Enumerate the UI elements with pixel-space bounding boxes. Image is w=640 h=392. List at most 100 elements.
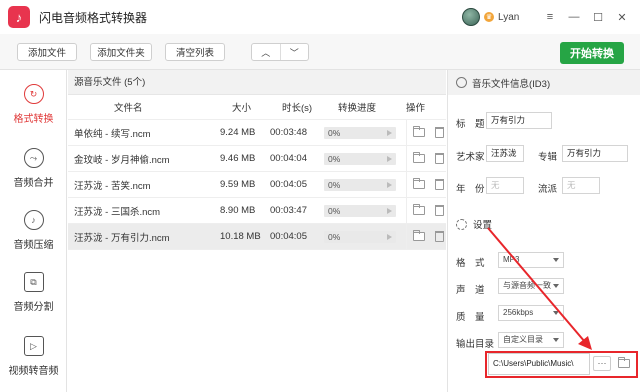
album-label: 专辑 <box>538 152 558 163</box>
genre-label: 流派 <box>538 184 558 195</box>
progress-bar: 0% <box>324 178 396 191</box>
file-duration: 00:04:05 <box>270 231 307 242</box>
app-title: 闪电音频格式转换器 <box>39 10 148 25</box>
sidebar: ↻ 格式转换 ⤳ 音频合并 ♪ 音频压缩 ⧉ 音频分割 ▷ 视频转音频 <box>0 70 67 392</box>
open-folder-icon[interactable] <box>413 204 425 215</box>
col-header-ops: 操作 <box>406 103 426 114</box>
gear-icon <box>456 218 467 230</box>
quality-label: 质 量 <box>456 312 485 323</box>
add-folder-button[interactable]: 添加文件夹 <box>90 43 152 61</box>
split-icon: ⧉ <box>23 272 44 292</box>
progress-bar: 0% <box>324 126 396 139</box>
open-folder-icon[interactable] <box>413 178 425 189</box>
col-header-duration: 时长(s) <box>282 103 313 114</box>
table-row[interactable]: 汪苏泷 - 苦笑.ncm 9.59 MB 00:04:05 0% <box>68 171 446 198</box>
file-name: 汪苏泷 - 万有引力.ncm <box>74 232 170 244</box>
col-header-size: 大小 <box>232 103 252 114</box>
move-up-button[interactable]: ︿ <box>252 44 281 60</box>
headphones-icon <box>456 77 467 88</box>
open-folder-icon[interactable] <box>413 126 425 137</box>
album-input[interactable]: 万有引力 <box>562 145 628 162</box>
format-label: 格 式 <box>456 258 485 269</box>
right-panel: 音乐文件信息(ID3) 标 题 万有引力 艺术家 汪苏泷 专辑 万有引力 年 份… <box>447 70 640 392</box>
refresh-icon: ↻ <box>23 84 44 104</box>
menu-icon[interactable]: ≡ <box>538 8 562 26</box>
sidebar-item-video-to-audio[interactable]: ▷ 视频转音频 <box>0 336 67 377</box>
sidebar-item-audio-merge[interactable]: ⤳ 音频合并 <box>0 148 67 189</box>
sidebar-item-label: 视频转音频 <box>8 366 59 377</box>
title-input[interactable]: 万有引力 <box>486 112 552 129</box>
delete-icon[interactable] <box>435 127 444 138</box>
file-duration: 00:03:48 <box>270 127 307 138</box>
title-bar: ♪ 闪电音频格式转换器 ♛ Lyan ≡ — ☐ ✕ <box>0 0 640 34</box>
compress-icon: ♪ <box>23 210 44 230</box>
sidebar-item-label: 音频压缩 <box>13 240 54 251</box>
progress-bar: 0% <box>324 204 396 217</box>
user-area[interactable]: ♛ Lyan <box>462 8 519 26</box>
toolbar: 添加文件 添加文件夹 清空列表 ︿ ﹀ 开始转换 <box>0 34 640 70</box>
genre-input[interactable]: 无 <box>562 177 600 194</box>
table-row[interactable]: 汪苏泷 - 三国杀.ncm 8.90 MB 00:03:47 0% <box>68 197 446 224</box>
format-select[interactable]: MP3 <box>498 252 564 268</box>
open-folder-icon[interactable] <box>413 230 425 241</box>
settings-header: 设置 <box>448 212 640 236</box>
window-controls: ≡ — ☐ ✕ <box>538 8 634 26</box>
artist-input[interactable]: 汪苏泷 <box>486 145 524 162</box>
quality-select[interactable]: 256kbps <box>498 305 564 321</box>
file-duration: 00:04:04 <box>270 153 307 164</box>
year-label: 年 份 <box>456 184 485 195</box>
file-size: 10.18 MB <box>220 231 261 242</box>
id3-header-label: 音乐文件信息(ID3) <box>472 78 551 90</box>
move-down-button[interactable]: ﹀ <box>281 44 309 60</box>
annotation-highlight-box <box>485 351 638 378</box>
restore-button[interactable]: ☐ <box>586 8 610 26</box>
sidebar-item-label: 音频合并 <box>13 178 54 189</box>
video-icon: ▷ <box>23 336 44 356</box>
file-size: 9.59 MB <box>220 179 256 190</box>
file-list-panel: 源音乐文件 (5个) 文件名 大小 时长(s) 转换进度 操作 单依纯 - 续写… <box>68 70 446 392</box>
table-row[interactable]: 金玟岐 - 岁月神偷.ncm 9.46 MB 00:04:04 0% <box>68 145 446 172</box>
col-header-name: 文件名 <box>114 103 143 114</box>
file-size: 8.90 MB <box>220 205 256 216</box>
title-label: 标 题 <box>456 119 485 130</box>
sidebar-item-format-convert[interactable]: ↻ 格式转换 <box>0 84 67 125</box>
sidebar-item-audio-compress[interactable]: ♪ 音频压缩 <box>0 210 67 251</box>
file-duration: 00:04:05 <box>270 179 307 190</box>
settings-header-label: 设置 <box>473 220 493 231</box>
delete-icon[interactable] <box>435 205 444 216</box>
id3-header: 音乐文件信息(ID3) <box>448 70 640 95</box>
minimize-button[interactable]: — <box>562 8 586 26</box>
reorder-buttons: ︿ ﹀ <box>251 43 309 61</box>
output-dir-select[interactable]: 自定义目录 <box>498 332 564 348</box>
progress-bar: 0% <box>324 152 396 165</box>
add-file-button[interactable]: 添加文件 <box>17 43 77 61</box>
file-name: 汪苏泷 - 三国杀.ncm <box>74 206 161 218</box>
file-size: 9.24 MB <box>220 127 256 138</box>
close-button[interactable]: ✕ <box>610 8 634 26</box>
file-name: 金玟岐 - 岁月神偷.ncm <box>74 154 170 166</box>
open-folder-icon[interactable] <box>413 152 425 163</box>
file-size: 9.46 MB <box>220 153 256 164</box>
sidebar-item-audio-split[interactable]: ⧉ 音频分割 <box>0 272 67 313</box>
delete-icon[interactable] <box>435 231 444 242</box>
year-input[interactable]: 无 <box>486 177 524 194</box>
start-convert-button[interactable]: 开始转换 <box>560 42 624 64</box>
table-header: 文件名 大小 时长(s) 转换进度 操作 <box>68 95 446 120</box>
avatar[interactable] <box>462 8 480 26</box>
file-name: 单依纯 - 续写.ncm <box>74 128 151 140</box>
user-name[interactable]: Lyan <box>498 12 519 23</box>
col-header-progress: 转换进度 <box>338 103 377 114</box>
progress-bar: 0% <box>324 230 396 243</box>
delete-icon[interactable] <box>435 153 444 164</box>
file-name: 汪苏泷 - 苦笑.ncm <box>74 180 151 192</box>
channel-select[interactable]: 与源音频一致 <box>498 278 564 294</box>
app-logo-icon: ♪ <box>8 6 30 28</box>
file-duration: 00:03:47 <box>270 205 307 216</box>
output-dir-label: 输出目录 <box>456 339 495 350</box>
table-row-selected[interactable]: 汪苏泷 - 万有引力.ncm 10.18 MB 00:04:05 0% <box>68 223 446 250</box>
table-row[interactable]: 单依纯 - 续写.ncm 9.24 MB 00:03:48 0% <box>68 119 446 146</box>
sidebar-item-label: 音频分割 <box>13 302 54 313</box>
sidebar-item-label: 格式转换 <box>13 114 54 125</box>
delete-icon[interactable] <box>435 179 444 190</box>
clear-list-button[interactable]: 清空列表 <box>165 43 225 61</box>
